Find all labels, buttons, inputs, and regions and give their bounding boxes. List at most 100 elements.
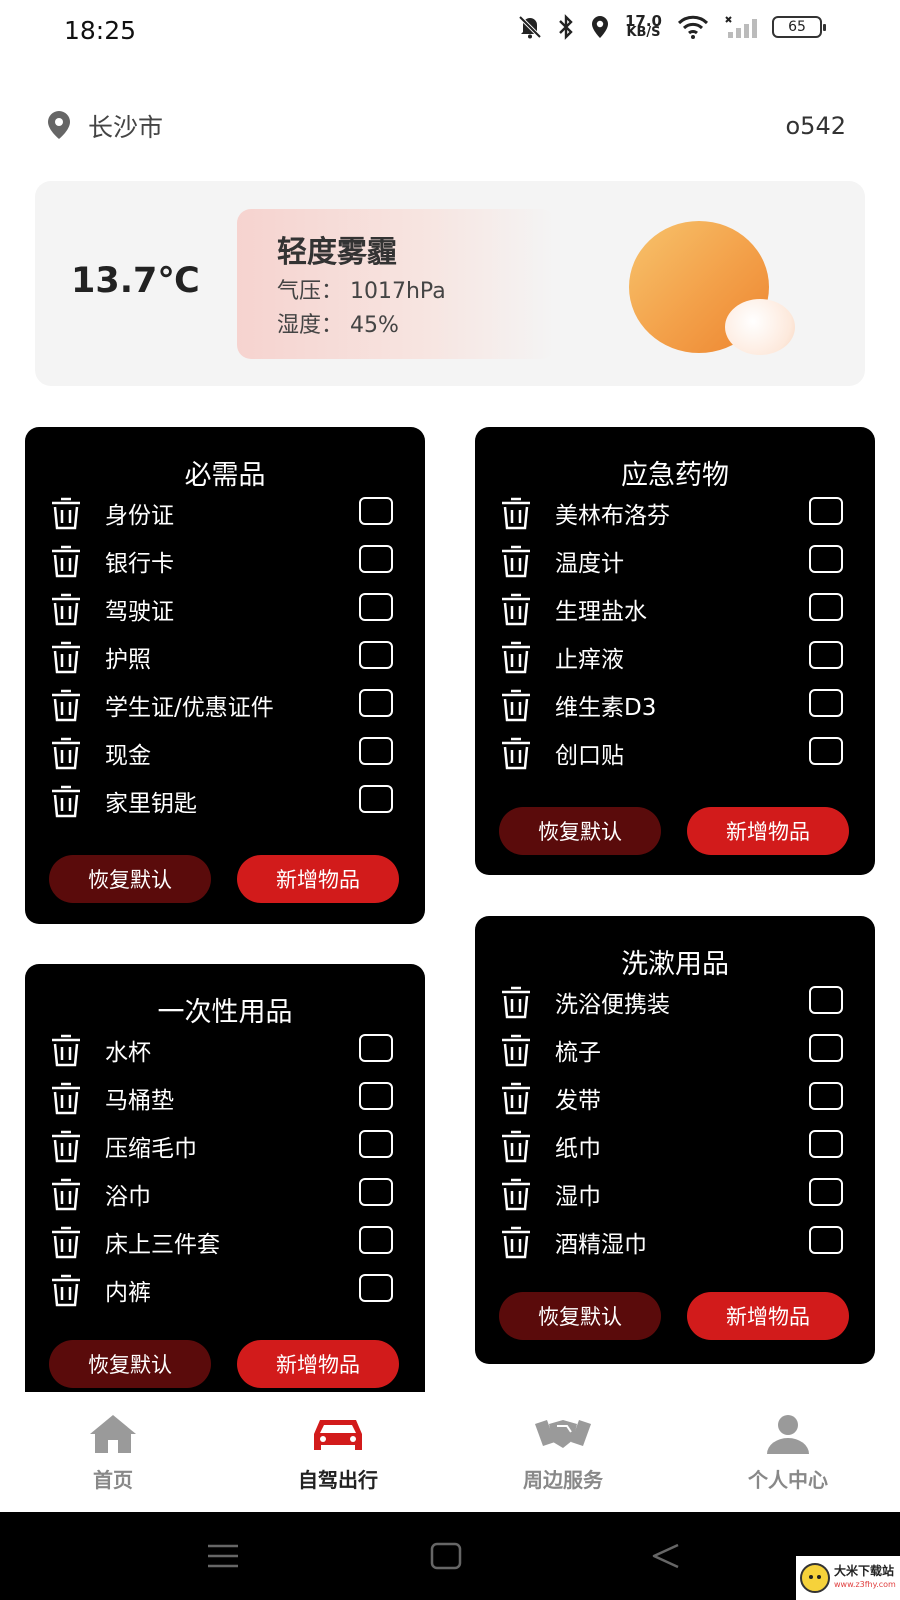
system-nav-bar: 大米下载站 www.z3fhy.com bbox=[0, 1512, 900, 1600]
menu-icon[interactable] bbox=[206, 1542, 240, 1570]
item-checkbox[interactable] bbox=[359, 689, 393, 717]
item-checkbox[interactable] bbox=[809, 1226, 843, 1254]
list-item: 美林布洛芬 bbox=[499, 493, 855, 533]
nav-item-profile[interactable]: 个人中心 bbox=[713, 1392, 863, 1493]
home-square-icon[interactable] bbox=[430, 1542, 462, 1570]
reset-default-button[interactable]: 恢复默认 bbox=[499, 807, 661, 855]
item-checkbox[interactable] bbox=[359, 593, 393, 621]
item-label: 身份证 bbox=[105, 503, 174, 529]
trash-icon[interactable] bbox=[49, 1032, 83, 1068]
trash-icon[interactable] bbox=[499, 1032, 533, 1068]
list-item: 湿巾 bbox=[499, 1174, 855, 1214]
location-icon bbox=[591, 16, 608, 38]
card-toiletries: 洗漱用品 洗浴便携装 梳子 发带 纸巾 湿巾 酒精湿巾 恢复默认 新增物品 bbox=[475, 916, 875, 1364]
list-item: 发带 bbox=[499, 1078, 855, 1118]
list-item: 家里钥匙 bbox=[49, 781, 405, 821]
item-label: 水杯 bbox=[105, 1040, 151, 1066]
trash-icon[interactable] bbox=[49, 1272, 83, 1308]
bell-muted-icon bbox=[518, 15, 542, 39]
add-item-button[interactable]: 新增物品 bbox=[237, 1340, 399, 1388]
watermark-logo-icon bbox=[800, 1563, 830, 1593]
trash-icon[interactable] bbox=[499, 1080, 533, 1116]
net-speed-unit: KB/S bbox=[626, 25, 661, 40]
back-icon[interactable] bbox=[650, 1542, 682, 1570]
trash-icon[interactable] bbox=[499, 1176, 533, 1212]
list-item: 酒精湿巾 bbox=[499, 1222, 855, 1262]
trash-icon[interactable] bbox=[499, 735, 533, 771]
item-checkbox[interactable] bbox=[809, 1178, 843, 1206]
add-item-button[interactable]: 新增物品 bbox=[237, 855, 399, 903]
nav-item-nearby[interactable]: 周边服务 bbox=[488, 1392, 638, 1493]
item-label: 梳子 bbox=[555, 1040, 601, 1066]
trash-icon[interactable] bbox=[49, 1176, 83, 1212]
trash-icon[interactable] bbox=[499, 591, 533, 627]
item-checkbox[interactable] bbox=[809, 593, 843, 621]
item-checkbox[interactable] bbox=[809, 1034, 843, 1062]
item-checkbox[interactable] bbox=[809, 737, 843, 765]
weather-info: 轻度雾霾 气压： 1017hPa 湿度： 45% bbox=[237, 209, 555, 359]
item-checkbox[interactable] bbox=[809, 545, 843, 573]
trash-icon[interactable] bbox=[49, 783, 83, 819]
item-checkbox[interactable] bbox=[359, 1178, 393, 1206]
item-label: 家里钥匙 bbox=[105, 791, 197, 817]
item-checkbox[interactable] bbox=[359, 737, 393, 765]
trash-icon[interactable] bbox=[499, 495, 533, 531]
trash-icon[interactable] bbox=[499, 1224, 533, 1260]
bluetooth-icon bbox=[559, 14, 573, 40]
reset-default-button[interactable]: 恢复默认 bbox=[49, 1340, 211, 1388]
add-item-button[interactable]: 新增物品 bbox=[687, 1292, 849, 1340]
person-icon bbox=[767, 1415, 809, 1454]
weather-condition: 轻度雾霾 bbox=[277, 235, 397, 270]
trash-icon[interactable] bbox=[499, 1128, 533, 1164]
item-checkbox[interactable] bbox=[359, 1130, 393, 1158]
item-checkbox[interactable] bbox=[359, 1082, 393, 1110]
trash-icon[interactable] bbox=[49, 1224, 83, 1260]
item-checkbox[interactable] bbox=[359, 1274, 393, 1302]
reset-default-button[interactable]: 恢复默认 bbox=[49, 855, 211, 903]
item-checkbox[interactable] bbox=[359, 497, 393, 525]
item-checkbox[interactable] bbox=[809, 497, 843, 525]
trash-icon[interactable] bbox=[49, 1128, 83, 1164]
item-label: 现金 bbox=[105, 743, 151, 769]
item-label: 护照 bbox=[105, 647, 151, 673]
item-label: 驾驶证 bbox=[105, 599, 174, 625]
item-checkbox[interactable] bbox=[809, 1082, 843, 1110]
item-checkbox[interactable] bbox=[809, 1130, 843, 1158]
trash-icon[interactable] bbox=[499, 687, 533, 723]
item-checkbox[interactable] bbox=[359, 545, 393, 573]
trash-icon[interactable] bbox=[499, 639, 533, 675]
item-checkbox[interactable] bbox=[809, 689, 843, 717]
nav-item-home[interactable]: 首页 bbox=[38, 1392, 188, 1493]
card-title: 必需品 bbox=[184, 460, 266, 491]
item-label: 生理盐水 bbox=[555, 599, 647, 625]
location-pin-icon[interactable] bbox=[46, 110, 72, 140]
list-item: 纸巾 bbox=[499, 1126, 855, 1166]
nav-label: 个人中心 bbox=[748, 1468, 828, 1492]
item-checkbox[interactable] bbox=[359, 785, 393, 813]
item-checkbox[interactable] bbox=[809, 986, 843, 1014]
item-checkbox[interactable] bbox=[359, 1226, 393, 1254]
trash-icon[interactable] bbox=[499, 543, 533, 579]
add-item-button[interactable]: 新增物品 bbox=[687, 807, 849, 855]
item-label: 床上三件套 bbox=[105, 1232, 220, 1258]
item-checkbox[interactable] bbox=[809, 641, 843, 669]
trash-icon[interactable] bbox=[499, 984, 533, 1020]
user-code: o542 bbox=[785, 112, 847, 140]
card-necessities: 必需品 身份证 银行卡 驾驶证 护照 学生证/优惠证件 现金 家里钥匙 恢复默认 新增物品 bbox=[25, 427, 425, 924]
item-checkbox[interactable] bbox=[359, 641, 393, 669]
trash-icon[interactable] bbox=[49, 1080, 83, 1116]
trash-icon[interactable] bbox=[49, 639, 83, 675]
trash-icon[interactable] bbox=[49, 687, 83, 723]
pressure: 气压： 1017hPa bbox=[277, 279, 446, 304]
trash-icon[interactable] bbox=[49, 591, 83, 627]
reset-default-button[interactable]: 恢复默认 bbox=[499, 1292, 661, 1340]
trash-icon[interactable] bbox=[49, 543, 83, 579]
nav-item-self-drive[interactable]: 自驾出行 bbox=[263, 1392, 413, 1493]
city-label[interactable]: 长沙市 bbox=[88, 108, 163, 144]
item-label: 洗浴便携装 bbox=[555, 992, 670, 1018]
item-checkbox[interactable] bbox=[359, 1034, 393, 1062]
temperature: 13.7℃ bbox=[71, 261, 200, 301]
trash-icon[interactable] bbox=[49, 735, 83, 771]
trash-icon[interactable] bbox=[49, 495, 83, 531]
item-label: 湿巾 bbox=[555, 1184, 601, 1210]
